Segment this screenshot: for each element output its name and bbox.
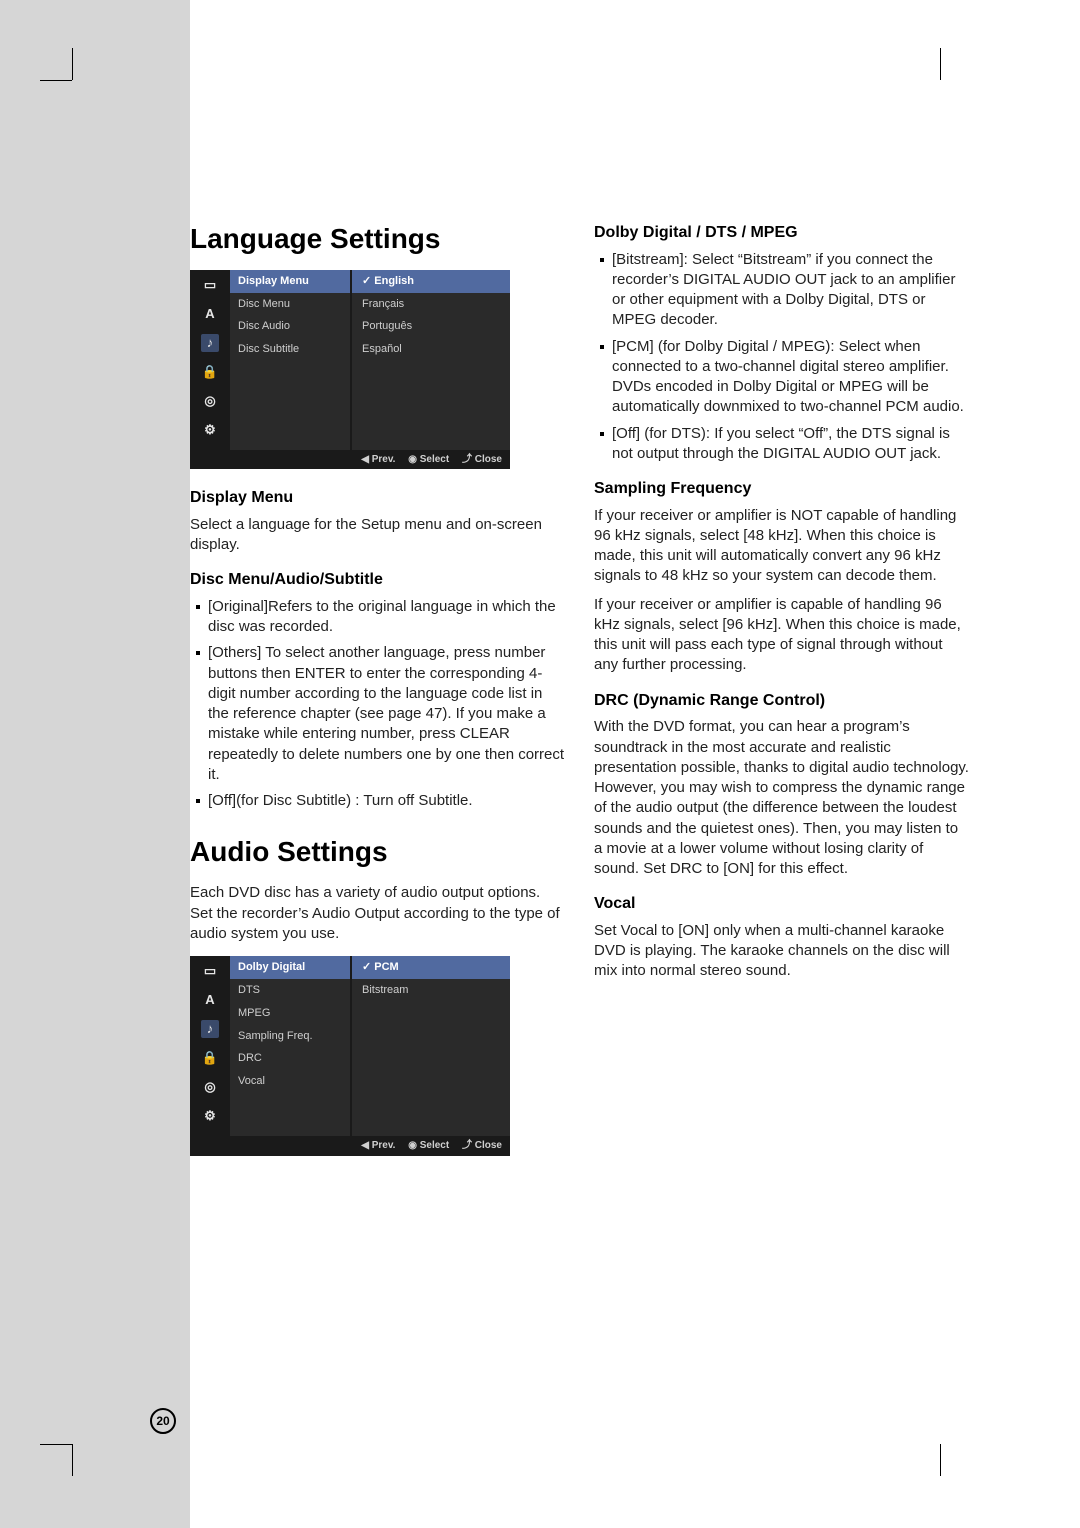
audio-icon: ♪	[201, 334, 219, 352]
osd-item: Disc Subtitle	[230, 338, 350, 361]
list-item: [Bitstream]: Select “Bitstream” if you c…	[600, 250, 970, 331]
disc-icon: ◎	[201, 1078, 219, 1096]
osd-option: Bitstream	[352, 979, 510, 1002]
osd-option: Español	[352, 338, 510, 361]
osd-option: PCM	[352, 956, 510, 979]
subheading-vocal: Vocal	[594, 893, 970, 915]
subheading-drc: DRC (Dynamic Range Control)	[594, 690, 970, 712]
bullet-list: [Original]Refers to the original languag…	[190, 597, 566, 812]
crop-mark	[940, 48, 941, 80]
disc-icon: ◎	[201, 392, 219, 410]
gear-icon: ⚙	[201, 1107, 219, 1125]
heading-audio-settings: Audio Settings	[190, 833, 566, 871]
heading-language-settings: Language Settings	[190, 220, 566, 258]
list-item: [PCM] (for Dolby Digital / MPEG): Select…	[600, 337, 970, 418]
osd-select-label: ◉ Select	[408, 1140, 449, 1151]
paragraph: Set Vocal to [ON] only when a multi-chan…	[594, 921, 970, 982]
osd-item: DRC	[230, 1047, 350, 1070]
bullet-list: [Bitstream]: Select “Bitstream” if you c…	[594, 250, 970, 465]
osd-option-list: English Français Português Español	[350, 270, 510, 450]
crop-mark	[940, 1444, 941, 1476]
osd-prev-label: ◀ Prev.	[361, 1140, 395, 1151]
list-item: [Original]Refers to the original languag…	[196, 597, 566, 638]
crop-mark	[72, 1444, 73, 1476]
lock-icon: 🔒	[201, 1049, 219, 1067]
paragraph: If your receiver or amplifier is NOT cap…	[594, 506, 970, 587]
osd-option-list: PCM Bitstream	[350, 956, 510, 1136]
left-gutter	[0, 0, 190, 1528]
subheading-disc-menu: Disc Menu/Audio/Subtitle	[190, 569, 566, 591]
osd-item: DTS	[230, 979, 350, 1002]
left-column: Language Settings ▭ A ♪ 🔒 ◎ ⚙ Display Me…	[190, 220, 566, 1174]
paragraph: Each DVD disc has a variety of audio out…	[190, 883, 566, 944]
subheading-dolby: Dolby Digital / DTS / MPEG	[594, 222, 970, 244]
osd-item-list: Display Menu Disc Menu Disc Audio Disc S…	[230, 270, 350, 450]
paragraph: If your receiver or amplifier is capable…	[594, 595, 970, 676]
crop-mark	[40, 1444, 72, 1445]
osd-prev-label: ◀ Prev.	[361, 454, 395, 465]
osd-audio-menu: ▭ A ♪ 🔒 ◎ ⚙ Dolby Digital DTS MPEG Sampl…	[190, 956, 510, 1156]
list-item: [Others] To select another language, pre…	[196, 643, 566, 785]
osd-item: Sampling Freq.	[230, 1025, 350, 1048]
osd-item: Display Menu	[230, 270, 350, 293]
subheading-sampling: Sampling Frequency	[594, 478, 970, 500]
letter-a-icon: A	[201, 305, 219, 323]
right-column: Dolby Digital / DTS / MPEG [Bitstream]: …	[594, 220, 970, 1174]
osd-footer: ◀ Prev. ◉ Select ⤴ Close	[190, 450, 510, 470]
osd-item: Vocal	[230, 1070, 350, 1093]
osd-language-menu: ▭ A ♪ 🔒 ◎ ⚙ Display Menu Disc Menu Disc …	[190, 270, 510, 470]
osd-item: MPEG	[230, 1002, 350, 1025]
osd-item: Disc Audio	[230, 315, 350, 338]
osd-select-label: ◉ Select	[408, 454, 449, 465]
tv-icon: ▭	[201, 276, 219, 294]
gear-icon: ⚙	[201, 421, 219, 439]
list-item: [Off](for Disc Subtitle) : Turn off Subt…	[196, 791, 566, 811]
osd-option: Português	[352, 315, 510, 338]
page-content: Language Settings ▭ A ♪ 🔒 ◎ ⚙ Display Me…	[190, 220, 970, 1174]
tv-icon: ▭	[201, 962, 219, 980]
osd-close-label: ⤴ Close	[462, 1140, 502, 1151]
crop-mark	[72, 48, 73, 80]
osd-close-label: ⤴ Close	[462, 454, 502, 465]
osd-icon-column: ▭ A ♪ 🔒 ◎ ⚙	[190, 270, 230, 450]
page-number: 20	[150, 1408, 176, 1434]
audio-icon: ♪	[201, 1020, 219, 1038]
list-item: [Off] (for DTS): If you select “Off”, th…	[600, 424, 970, 465]
subheading-display-menu: Display Menu	[190, 487, 566, 509]
osd-option: English	[352, 270, 510, 293]
crop-mark	[40, 80, 72, 81]
paragraph: Select a language for the Setup menu and…	[190, 515, 566, 556]
lock-icon: 🔒	[201, 363, 219, 381]
osd-footer: ◀ Prev. ◉ Select ⤴ Close	[190, 1136, 510, 1156]
letter-a-icon: A	[201, 991, 219, 1009]
osd-item: Dolby Digital	[230, 956, 350, 979]
paragraph: With the DVD format, you can hear a prog…	[594, 717, 970, 879]
osd-icon-column: ▭ A ♪ 🔒 ◎ ⚙	[190, 956, 230, 1136]
osd-item: Disc Menu	[230, 293, 350, 316]
osd-option: Français	[352, 293, 510, 316]
osd-item-list: Dolby Digital DTS MPEG Sampling Freq. DR…	[230, 956, 350, 1136]
